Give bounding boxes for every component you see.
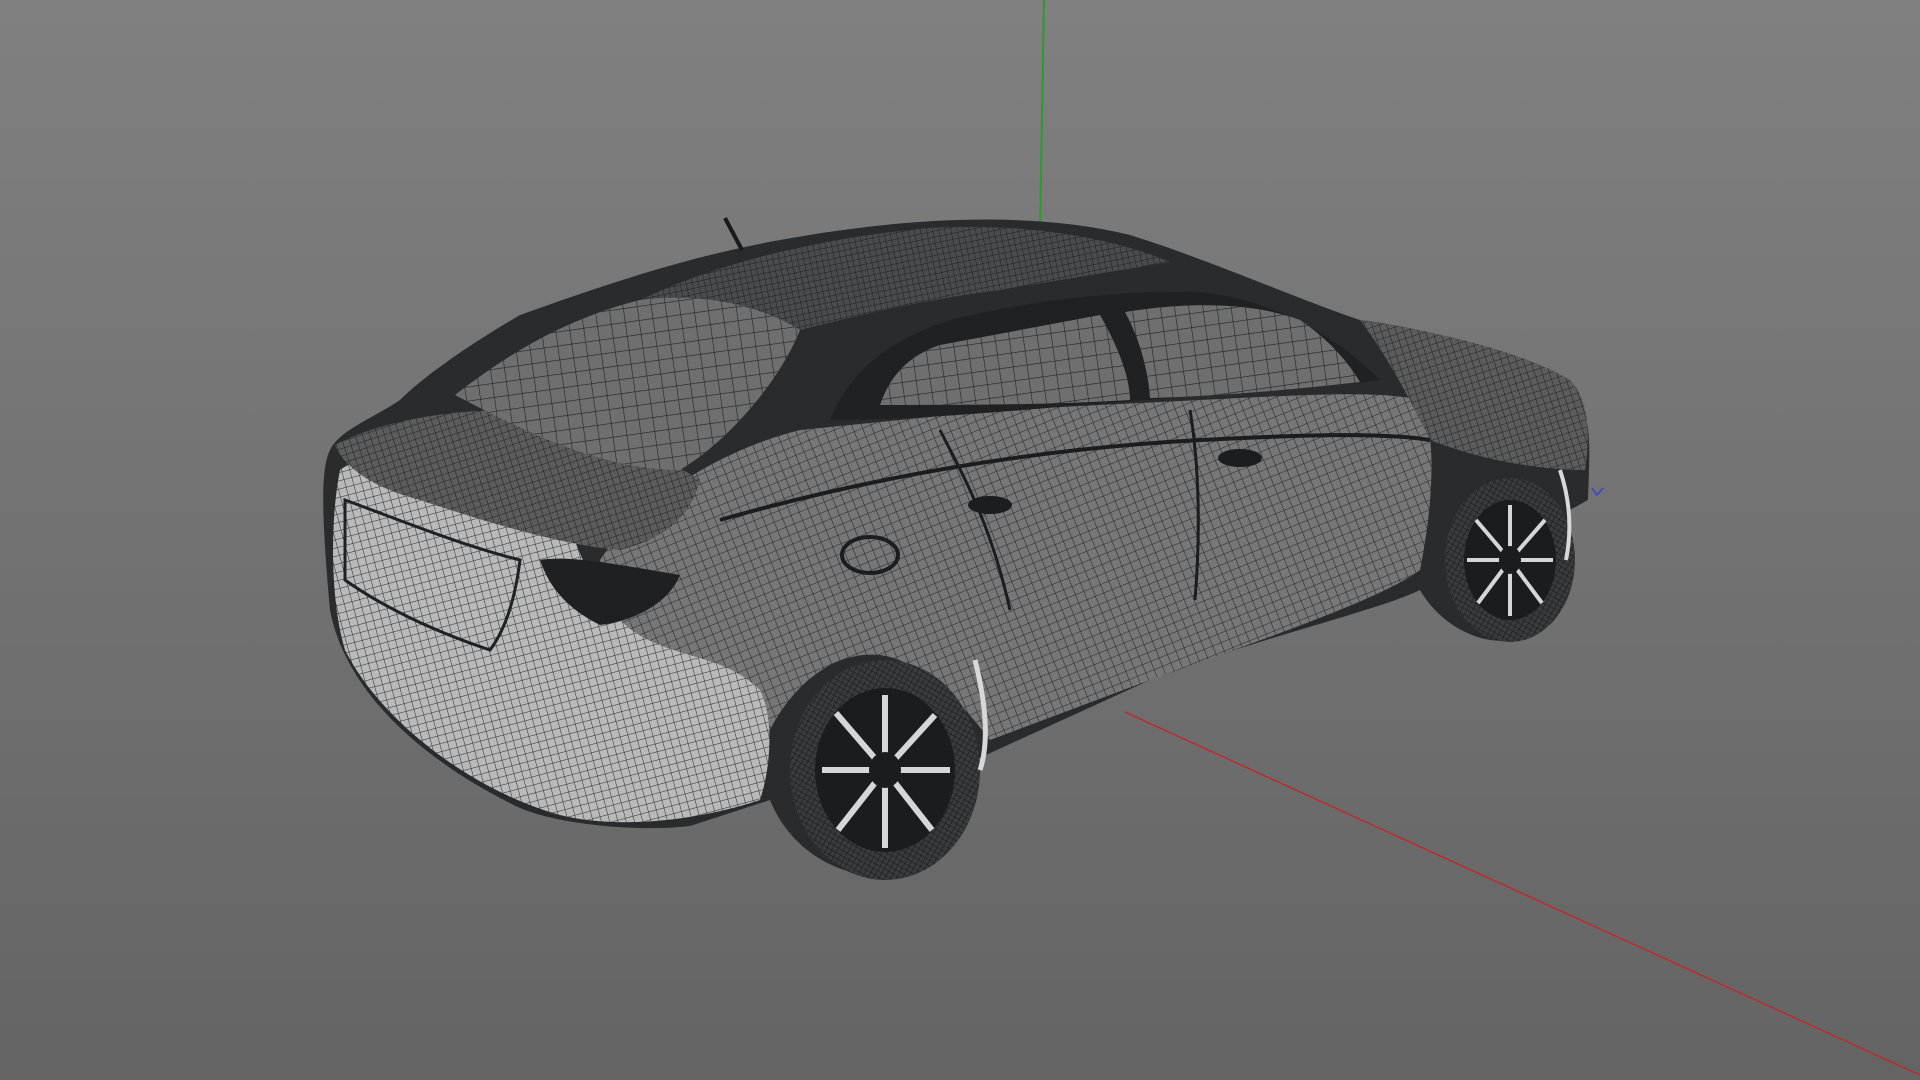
front-wheel <box>1445 478 1575 642</box>
viewport-canvas[interactable] <box>0 0 1920 1080</box>
3d-viewport[interactable] <box>0 0 1920 1080</box>
rear-wheel <box>790 660 980 880</box>
front-door-handle <box>1218 449 1262 467</box>
rear-door-handle <box>968 496 1012 514</box>
